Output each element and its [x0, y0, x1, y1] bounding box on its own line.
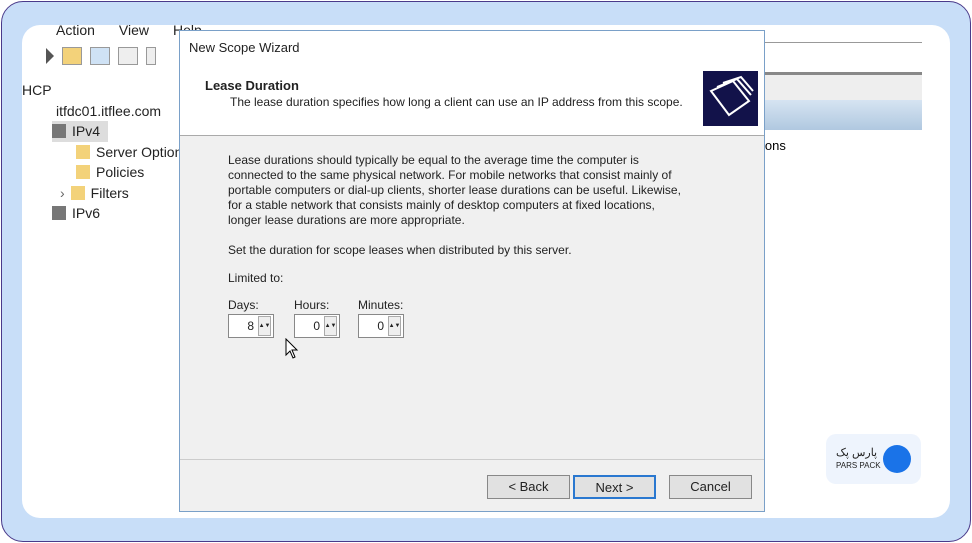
tree-server[interactable]: itfdc01.itflee.com — [56, 103, 161, 119]
description-text: Lease durations should typically be equa… — [228, 153, 681, 227]
tree-ipv6[interactable]: IPv6 — [72, 205, 100, 221]
page-subtitle: The lease duration specifies how long a … — [230, 95, 683, 109]
tree-policies[interactable]: Policies — [96, 164, 144, 180]
refresh-icon[interactable] — [146, 47, 156, 65]
new-scope-wizard-dialog: New Scope Wizard Lease Duration The leas… — [179, 30, 765, 512]
page-title: Lease Duration — [205, 78, 299, 93]
up-folder-icon[interactable] — [62, 47, 82, 65]
limited-label: Limited to: — [228, 271, 284, 285]
folder-icon — [76, 165, 90, 180]
hours-stepper[interactable]: 0 ▲▼ — [294, 314, 340, 338]
tree-filters[interactable]: Filters — [91, 185, 129, 201]
server-icon — [52, 124, 66, 139]
days-stepper[interactable]: 8 ▲▼ — [228, 314, 274, 338]
show-hide-tree-icon[interactable] — [90, 47, 110, 65]
console-tree: HCP itfdc01.itflee.com IPv4 Server Optio… — [22, 80, 189, 224]
parspack-fa-logo: پارس پک — [836, 447, 878, 459]
menu-action[interactable]: Action — [56, 25, 95, 38]
folder-icon — [76, 144, 90, 159]
parspack-logo-icon — [883, 445, 911, 473]
minutes-label: Minutes: — [358, 298, 404, 312]
parspack-logo-text: Pars Pack — [836, 461, 881, 470]
back-button[interactable]: < Back — [487, 475, 570, 499]
instruction-text: Set the duration for scope leases when d… — [228, 243, 572, 257]
wizard-header: Lease Duration The lease duration specif… — [180, 63, 764, 136]
properties-icon[interactable] — [118, 47, 138, 65]
spin-arrows-icon[interactable]: ▲▼ — [258, 316, 271, 336]
folders-icon — [703, 71, 758, 126]
actions-item[interactable]: ions — [762, 138, 786, 153]
spin-arrows-icon[interactable]: ▲▼ — [388, 316, 401, 336]
days-label: Days: — [228, 298, 259, 312]
parspack-watermark: پارس پک Pars Pack — [826, 434, 921, 484]
next-button[interactable]: Next > — [573, 475, 656, 499]
actions-header[interactable] — [762, 100, 922, 130]
spin-arrows-icon[interactable]: ▲▼ — [324, 316, 337, 336]
mouse-cursor-icon — [285, 338, 299, 359]
tree-root[interactable]: HCP — [22, 82, 52, 98]
expand-chevron-icon[interactable]: › — [60, 185, 65, 201]
hours-label: Hours: — [294, 298, 330, 312]
tree-server-options[interactable]: Server Options — [96, 144, 189, 160]
cancel-button[interactable]: Cancel — [669, 475, 752, 499]
wizard-body: Lease durations should typically be equa… — [228, 153, 688, 348]
toolbar — [46, 47, 156, 65]
minutes-stepper[interactable]: 0 ▲▼ — [358, 314, 404, 338]
tree-ipv4[interactable]: IPv4 — [72, 123, 100, 139]
dialog-title: New Scope Wizard — [180, 31, 764, 63]
server-icon — [52, 206, 66, 221]
forward-icon[interactable] — [46, 48, 54, 64]
menu-view[interactable]: View — [119, 25, 149, 38]
button-bar-divider — [180, 459, 764, 460]
filter-icon — [70, 185, 85, 200]
